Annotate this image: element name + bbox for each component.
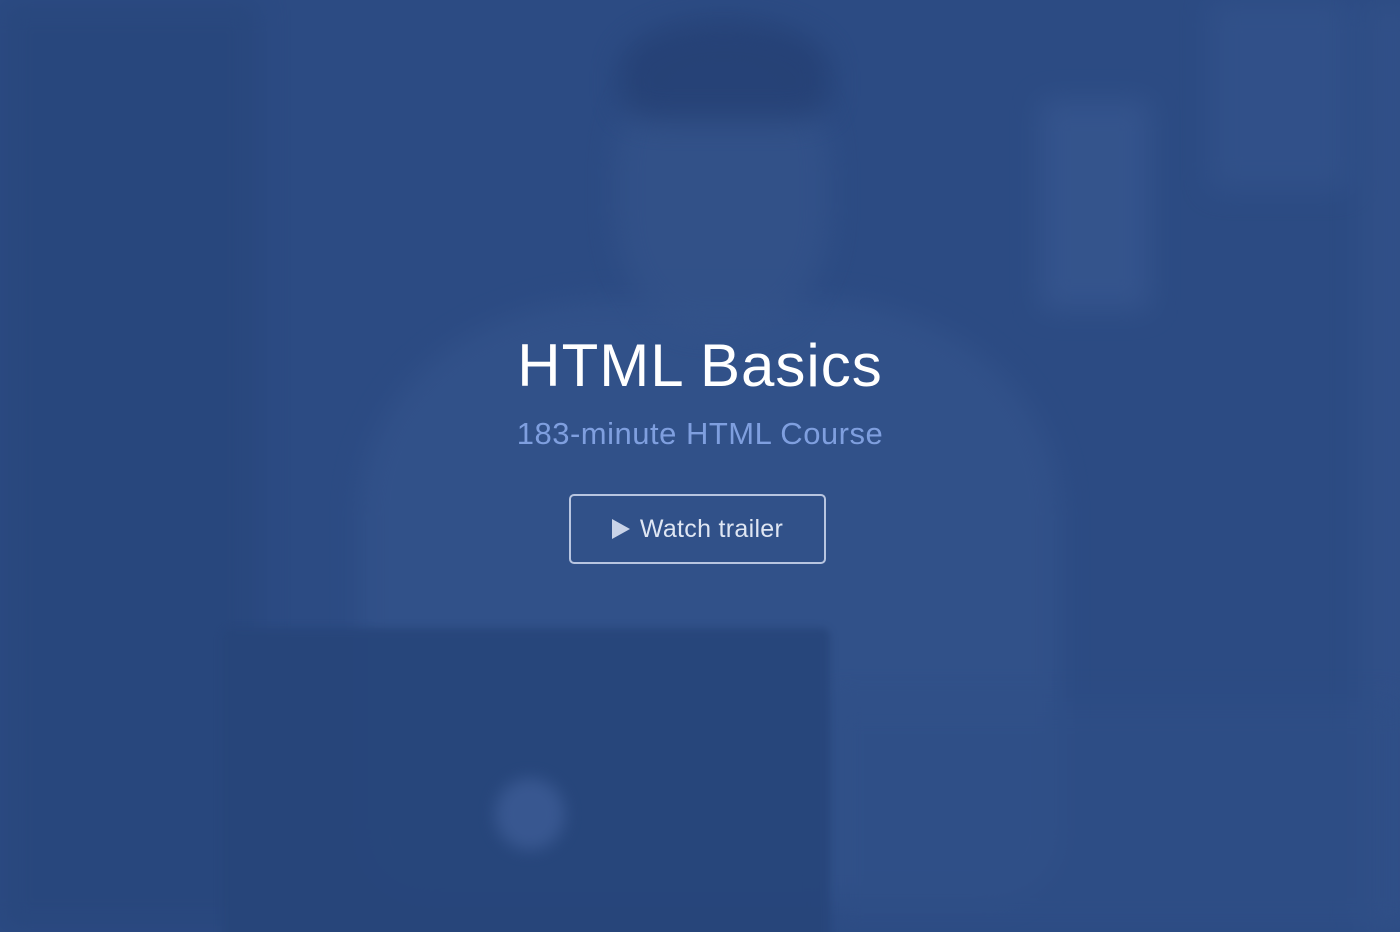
watch-trailer-button[interactable]: Watch trailer (569, 494, 826, 564)
course-subtitle: 183-minute HTML Course (516, 416, 884, 451)
watch-trailer-label: Watch trailer (639, 514, 784, 543)
play-icon (611, 519, 630, 539)
course-hero: HTML Basics 183-minute HTML Course Watch… (0, 0, 1400, 932)
course-title: HTML Basics (517, 332, 883, 399)
hero-content: HTML Basics 183-minute HTML Course Watch… (0, 0, 1400, 932)
